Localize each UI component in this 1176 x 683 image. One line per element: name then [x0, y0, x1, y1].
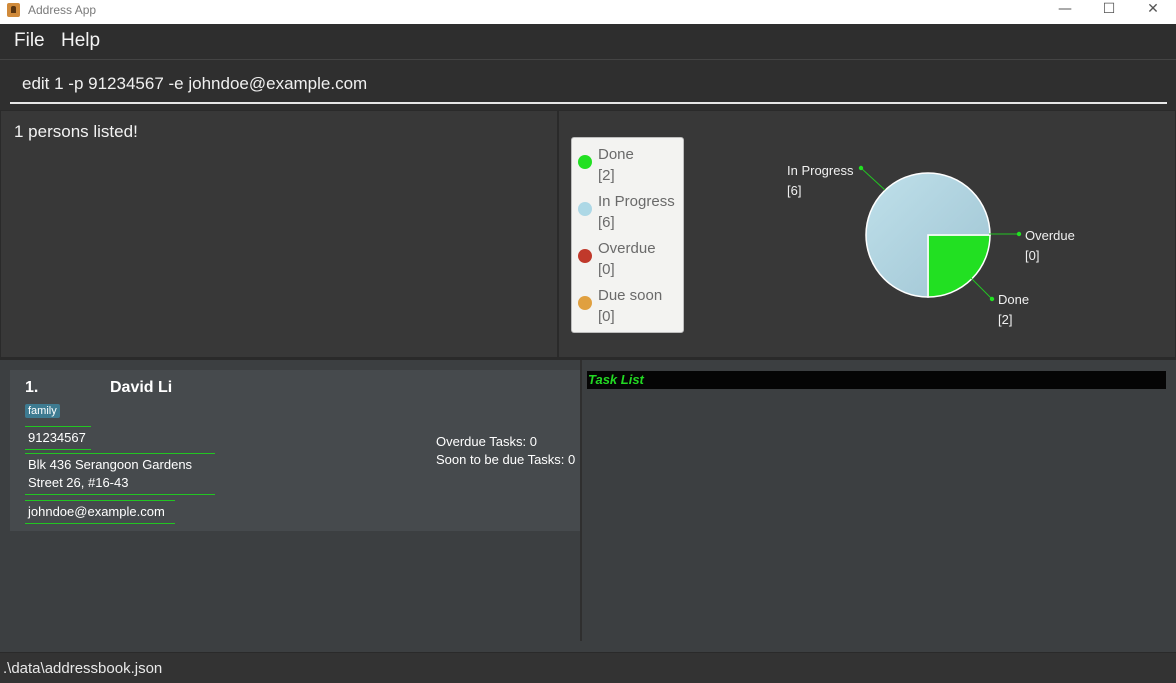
task-stats: Overdue Tasks: 0 Soon to be due Tasks: 0 — [436, 433, 575, 469]
address-line-2: Street 26, #16-43 — [28, 475, 129, 490]
person-address: Blk 436 Serangoon Gardens Street 26, #16… — [25, 453, 215, 495]
callout-dot-done — [989, 296, 995, 302]
person-card[interactable]: 1. David Li family 91234567 Blk 436 Sera… — [10, 370, 580, 531]
command-box — [0, 59, 1176, 110]
title-bar: Address App — ☐ ✕ — [0, 0, 1176, 24]
result-display: 1 persons listed! — [0, 110, 558, 358]
callout-line-in-progress — [860, 167, 886, 191]
menu-bar: File Help — [0, 24, 1176, 59]
person-list[interactable]: 1. David Li family 91234567 Blk 436 Sera… — [0, 360, 580, 652]
result-message: 1 persons listed! — [14, 122, 138, 141]
menu-help[interactable]: Help — [61, 30, 100, 52]
person-index: 1. — [25, 379, 39, 396]
callout-count-overdue: [0] — [1025, 248, 1039, 263]
window-title: Address App — [28, 3, 97, 17]
person-name: David Li — [110, 379, 173, 396]
app-icon — [7, 3, 20, 17]
overdue-tasks-count: Overdue Tasks: 0 — [436, 434, 537, 449]
callout-dot-in-progress — [858, 165, 864, 171]
callout-count-in-progress: [6] — [787, 183, 801, 198]
person-phone: 91234567 — [25, 426, 91, 450]
minimize-button[interactable]: — — [1043, 0, 1087, 22]
task-status-chart-panel: Done [2] In Progress [6] Overdue [0] Due so… — [558, 110, 1176, 358]
task-list-panel[interactable]: Task List — [582, 360, 1176, 652]
status-bar: .\data\addressbook.json — [0, 652, 1176, 683]
callout-label-in-progress: In Progress — [787, 163, 854, 178]
callout-count-done: [2] — [998, 312, 1012, 327]
pie-chart: In Progress [6] Overdue [0] Done [2] — [787, 163, 1075, 327]
callout-label-done: Done — [998, 292, 1029, 307]
tag-badge: family — [25, 404, 60, 418]
callout-label-overdue: Overdue — [1025, 228, 1075, 243]
close-button[interactable]: ✕ — [1131, 0, 1175, 22]
save-location-path: .\data\addressbook.json — [3, 660, 163, 677]
maximize-button[interactable]: ☐ — [1087, 0, 1131, 22]
soon-due-tasks-count: Soon to be due Tasks: 0 — [436, 452, 576, 467]
callout-dot-overdue — [1016, 231, 1022, 237]
menu-file[interactable]: File — [14, 30, 45, 52]
callout-line-done — [970, 277, 993, 300]
address-line-1: Blk 436 Serangoon Gardens — [28, 457, 193, 472]
command-input[interactable] — [10, 66, 1167, 104]
person-email: johndoe@example.com — [25, 500, 175, 524]
task-list-header: Task List — [587, 371, 1166, 389]
